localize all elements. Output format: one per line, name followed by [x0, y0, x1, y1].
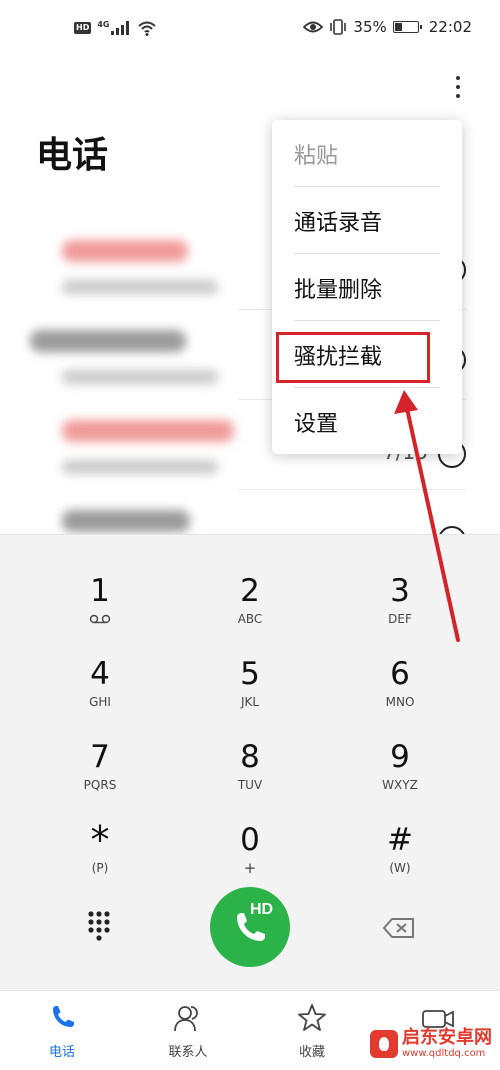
key-digit: 3: [390, 573, 410, 609]
more-dot: [456, 76, 460, 80]
nav-label: 收藏: [298, 1045, 325, 1060]
hd-badge: HD: [250, 901, 274, 918]
dialpad: 1 2 ABC 3 DEF 4 GHI 5 JKL 6 MNO 7 PQRS 8…: [0, 534, 500, 990]
phone-icon: [53, 1006, 74, 1027]
dial-key-5[interactable]: 5 JKL: [200, 656, 300, 732]
key-digit: 9: [390, 739, 410, 775]
battery-percent: 35%: [353, 18, 387, 36]
key-letters: JKL: [240, 695, 260, 709]
key-digit: 0: [240, 822, 260, 858]
clock: 22:02: [428, 18, 472, 36]
dial-key-star[interactable]: * (P): [50, 818, 150, 898]
contacts-icon: [174, 1006, 198, 1032]
key-letters: MNO: [385, 695, 415, 709]
contact-name-blurred: [62, 510, 190, 532]
watermark-url: www.qdltdq.com: [402, 1048, 486, 1059]
nav-item-phone[interactable]: 电话: [12, 1003, 112, 1060]
menu-item-call-recording[interactable]: 通话录音: [294, 187, 440, 254]
call-button[interactable]: HD: [210, 887, 290, 967]
key-letters: TUV: [237, 778, 263, 792]
hd-voice-icon: HD: [74, 22, 92, 34]
call-details-blurred: [62, 370, 218, 384]
contact-name-blurred: [62, 420, 234, 442]
dial-key-1[interactable]: 1: [50, 573, 150, 649]
nav-label: 电话: [48, 1045, 75, 1060]
more-options-button[interactable]: [446, 70, 470, 104]
battery-icon: [392, 21, 422, 33]
contact-name-blurred: [30, 330, 186, 352]
annotation-highlight-box: [276, 332, 430, 383]
key-letters: ABC: [237, 612, 263, 626]
menu-item-paste[interactable]: 粘贴: [294, 120, 440, 187]
nav-item-contacts[interactable]: 联系人: [138, 1003, 238, 1060]
more-dot: [456, 85, 460, 89]
key-letters: (W): [389, 861, 411, 875]
vibrate-icon: [330, 19, 347, 35]
dial-key-7[interactable]: 7 PQRS: [50, 739, 150, 815]
overflow-menu: 粘贴 通话录音 批量删除 骚扰拦截 设置: [272, 120, 462, 454]
key-digit: 2: [240, 573, 260, 609]
dial-key-3[interactable]: 3 DEF: [350, 573, 450, 649]
key-digit: 1: [90, 573, 110, 609]
key-digit: *: [90, 818, 110, 862]
key-digit: 5: [240, 656, 260, 692]
key-digit: #: [387, 822, 413, 858]
contact-name-blurred: [62, 240, 188, 262]
key-letters: GHI: [89, 695, 111, 709]
page-title: 电话: [36, 135, 109, 176]
network-type: 4G: [97, 19, 110, 29]
dial-key-2[interactable]: 2 ABC: [200, 573, 300, 649]
call-details-blurred: [62, 280, 218, 294]
dial-key-hash[interactable]: # (W): [350, 822, 450, 898]
star-icon: [298, 1004, 326, 1031]
phone-icon: [237, 913, 265, 941]
key-letters: PQRS: [83, 778, 117, 792]
dial-key-9[interactable]: 9 WXYZ: [350, 739, 450, 815]
key-letters: +: [243, 859, 257, 877]
key-digit: 7: [90, 739, 110, 775]
watermark-title: 启东安卓网: [402, 1027, 492, 1048]
status-bar: HD 4G 35% 22:02: [0, 0, 500, 56]
menu-item-batch-delete[interactable]: 批量删除: [294, 254, 440, 321]
dial-key-8[interactable]: 8 TUV: [200, 739, 300, 815]
key-digit: 4: [90, 656, 110, 692]
key-letters: DEF: [388, 612, 412, 626]
call-details-blurred: [62, 460, 218, 474]
key-letters: (P): [91, 861, 109, 875]
nav-label: 联系人: [168, 1045, 208, 1060]
watermark-logo-icon: [370, 1030, 398, 1058]
backspace-icon[interactable]: [382, 917, 416, 939]
more-dot: [456, 94, 460, 98]
site-watermark: 启东安卓网 www.qdltdq.com: [370, 1028, 492, 1060]
key-digit: 8: [240, 739, 260, 775]
key-digit: 6: [390, 656, 410, 692]
dial-key-4[interactable]: 4 GHI: [50, 656, 150, 732]
dial-key-6[interactable]: 6 MNO: [350, 656, 450, 732]
nav-item-favorites[interactable]: 收藏: [262, 1003, 362, 1060]
signal-icon: [111, 21, 130, 35]
voicemail-icon: [89, 614, 111, 624]
hide-dialpad-icon[interactable]: [88, 911, 110, 945]
eye-comfort-icon: [303, 21, 324, 33]
key-letters: WXYZ: [382, 778, 418, 792]
menu-item-settings[interactable]: 设置: [294, 388, 440, 455]
wifi-icon: [138, 21, 157, 36]
